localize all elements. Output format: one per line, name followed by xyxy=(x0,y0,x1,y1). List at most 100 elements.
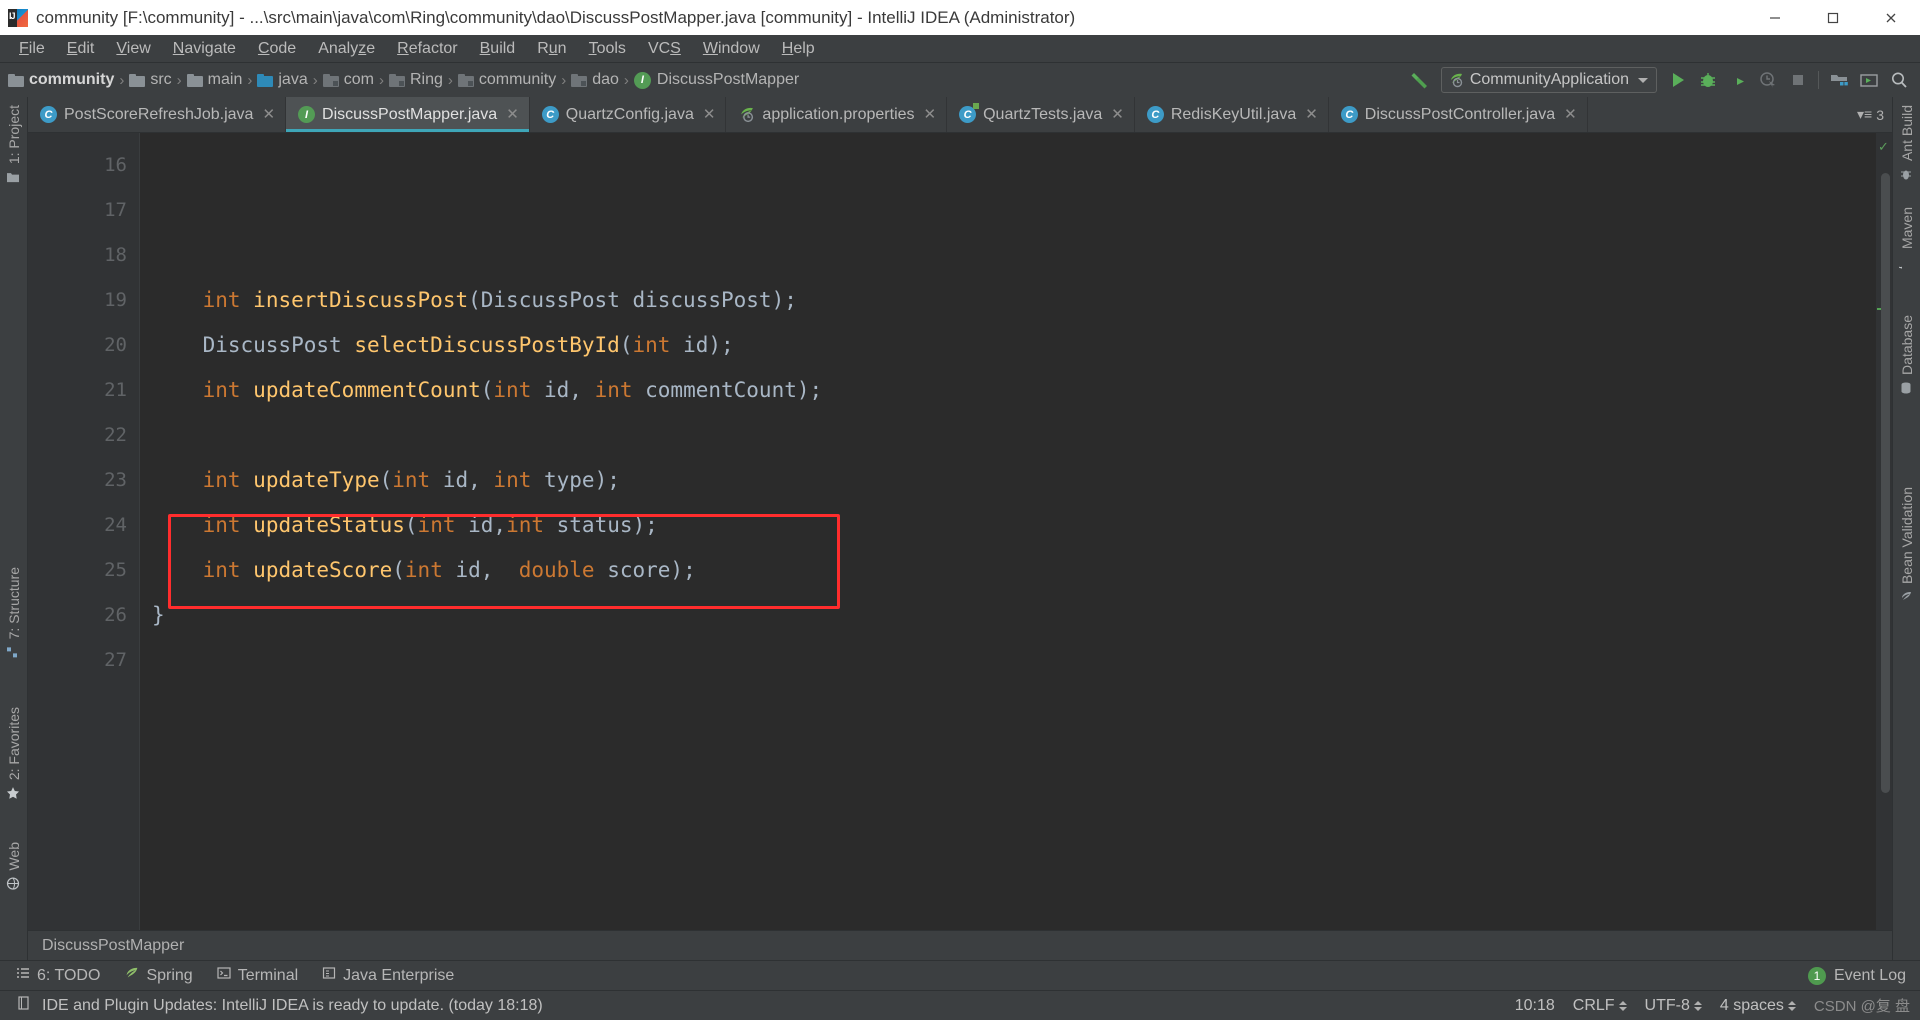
breadcrumb-src[interactable]: src xyxy=(129,71,172,89)
code-line[interactable]: int updateCommentCount(int id, int comme… xyxy=(140,368,1876,413)
menu-window[interactable]: Window xyxy=(692,35,771,63)
breadcrumb-ring[interactable]: Ring xyxy=(388,71,443,89)
search-icon[interactable] xyxy=(1884,65,1914,95)
editor-tab-discusspostmapper[interactable]: I DiscussPostMapper.java ✕ xyxy=(286,97,530,132)
editor-tab-quartztests[interactable]: C QuartzTests.java ✕ xyxy=(947,97,1135,132)
menu-refactor[interactable]: Refactor xyxy=(386,35,468,63)
line-number: 16 xyxy=(104,154,127,176)
code-line[interactable] xyxy=(140,188,1876,233)
maximize-icon[interactable] xyxy=(1804,0,1862,35)
close-icon[interactable]: ✕ xyxy=(1111,107,1124,122)
indent-widget[interactable]: 4 spaces xyxy=(1720,997,1796,1015)
tool-window-java-enterprise[interactable]: Java Enterprise xyxy=(322,966,454,985)
code-token: DiscussPost xyxy=(480,288,620,312)
encoding-widget[interactable]: UTF-8 xyxy=(1645,997,1702,1015)
sidebar-item-maven[interactable]: m Maven xyxy=(1893,207,1920,274)
status-message[interactable]: IDE and Plugin Updates: IntelliJ IDEA is… xyxy=(42,997,543,1015)
sidebar-item-label: Bean Validation xyxy=(1899,487,1915,585)
sidebar-item-web[interactable]: Web xyxy=(0,842,28,891)
run-button[interactable] xyxy=(1663,65,1693,95)
editor-tab-rediskeyutil[interactable]: C RedisKeyUtil.java ✕ xyxy=(1135,97,1329,132)
code-text-area[interactable]: int insertDiscussPost(DiscussPost discus… xyxy=(140,133,1876,930)
tool-window-todo[interactable]: 6: TODO xyxy=(16,966,100,985)
sidebar-item-database[interactable]: Database xyxy=(1893,315,1920,395)
code-line[interactable] xyxy=(140,413,1876,458)
breadcrumb-label: community xyxy=(29,71,115,88)
menu-view[interactable]: View xyxy=(105,35,161,63)
menu-navigate[interactable]: Navigate xyxy=(162,35,247,63)
editor-tab-postscorerefreshjob[interactable]: C PostScoreRefreshJob.java ✕ xyxy=(28,97,287,132)
menu-help[interactable]: Help xyxy=(771,35,826,63)
breadcrumb-community-root[interactable]: community xyxy=(8,71,114,89)
menu-file[interactable]: File xyxy=(8,35,56,63)
breadcrumb-main[interactable]: main xyxy=(186,71,242,89)
code-line[interactable]: } xyxy=(140,593,1876,638)
encoding-value: UTF-8 xyxy=(1644,996,1690,1014)
editor-fold-strip[interactable] xyxy=(28,133,42,930)
breadcrumb-community-pkg[interactable]: community xyxy=(457,71,556,89)
code-line[interactable]: int updateStatus(int id,int status); xyxy=(140,503,1876,548)
editor-tab-application-properties[interactable]: application.properties ✕ xyxy=(726,97,948,132)
line-number: 17 xyxy=(104,199,127,221)
debug-button[interactable] xyxy=(1693,65,1723,95)
code-editor[interactable]: 16 17 18 19 20 21 22 23 24 25 26 27 int … xyxy=(28,133,1892,930)
line-separator-widget[interactable]: CRLF xyxy=(1573,997,1627,1015)
menu-analyze[interactable]: Analyze xyxy=(307,35,386,63)
editor-tab-quartzconfig[interactable]: C QuartzConfig.java ✕ xyxy=(530,97,727,132)
breadcrumb-discusspostmapper[interactable]: I DiscussPostMapper xyxy=(633,71,799,89)
sidebar-item-project[interactable]: 1: Project xyxy=(0,105,28,184)
tool-window-terminal[interactable]: Terminal xyxy=(217,966,298,985)
tool-window-spring[interactable]: Spring xyxy=(124,966,193,986)
code-line[interactable]: DiscussPost selectDiscussPostById(int id… xyxy=(140,323,1876,368)
close-icon[interactable]: ✕ xyxy=(1564,107,1577,122)
close-icon[interactable]: ✕ xyxy=(506,107,519,122)
menu-code[interactable]: Code xyxy=(247,35,307,63)
menu-tools[interactable]: Tools xyxy=(578,35,637,63)
stop-button[interactable] xyxy=(1783,65,1813,95)
editor-tab-discusspostcontroller[interactable]: C DiscussPostController.java ✕ xyxy=(1329,97,1588,132)
hammer-build-icon[interactable] xyxy=(1407,67,1433,93)
breadcrumb-com[interactable]: com xyxy=(322,71,374,89)
code-line[interactable] xyxy=(140,638,1876,683)
terminal-window-icon[interactable] xyxy=(1854,65,1884,95)
code-line[interactable] xyxy=(140,143,1876,188)
tool-window-label: Terminal xyxy=(237,966,299,984)
close-icon[interactable]: ✕ xyxy=(262,107,275,122)
close-icon[interactable]: ✕ xyxy=(1305,107,1318,122)
code-line[interactable]: int updateScore(int id, double score); xyxy=(140,548,1876,593)
sidebar-item-bean-validation[interactable]: Bean Validation xyxy=(1893,487,1920,604)
chevron-down-icon[interactable] xyxy=(1638,77,1648,83)
run-with-coverage-button[interactable] xyxy=(1723,65,1753,95)
menu-edit[interactable]: Edit xyxy=(56,35,106,63)
menu-build[interactable]: Build xyxy=(469,35,527,63)
folder-package-icon xyxy=(388,73,405,87)
menu-vcs[interactable]: VCS xyxy=(637,35,692,63)
code-line[interactable] xyxy=(140,233,1876,278)
bean-validation-icon xyxy=(1900,590,1914,604)
editor-marker-strip[interactable]: ✓ xyxy=(1876,133,1892,930)
line-separator-value: CRLF xyxy=(1572,996,1615,1014)
sidebar-item-structure[interactable]: 7: Structure xyxy=(0,567,28,659)
event-log-area[interactable]: 1 Event Log xyxy=(1807,966,1920,985)
minimize-icon[interactable] xyxy=(1746,0,1804,35)
code-line[interactable]: int updateType(int id, int type); xyxy=(140,458,1876,503)
close-icon[interactable]: ✕ xyxy=(703,107,716,122)
editor-vertical-scrollbar[interactable] xyxy=(1881,173,1890,793)
breadcrumb-java[interactable]: java xyxy=(257,71,308,89)
run-configuration-selector[interactable]: CommunityApplication xyxy=(1440,67,1657,93)
close-icon[interactable]: ✕ xyxy=(924,107,937,122)
tab-overflow-control[interactable]: ▾≡ 3 xyxy=(1857,97,1892,132)
code-token: ( xyxy=(404,513,418,537)
menu-run[interactable]: Run xyxy=(526,35,577,63)
caret-position[interactable]: 10:18 xyxy=(1515,997,1555,1015)
project-structure-button[interactable] xyxy=(1824,65,1854,95)
sidebar-item-favorites[interactable]: 2: Favorites xyxy=(0,707,28,800)
breadcrumb-dao[interactable]: dao xyxy=(571,71,619,89)
profiler-button[interactable] xyxy=(1753,65,1783,95)
intellij-idea-window: IJ community [F:\community] - ...\src\ma… xyxy=(0,0,1920,1020)
code-line[interactable]: int insertDiscussPost(DiscussPost discus… xyxy=(140,278,1876,323)
close-icon[interactable] xyxy=(1862,0,1920,35)
todo-list-icon xyxy=(16,966,30,985)
sidebar-item-ant-build[interactable]: Ant Build xyxy=(1893,105,1920,181)
